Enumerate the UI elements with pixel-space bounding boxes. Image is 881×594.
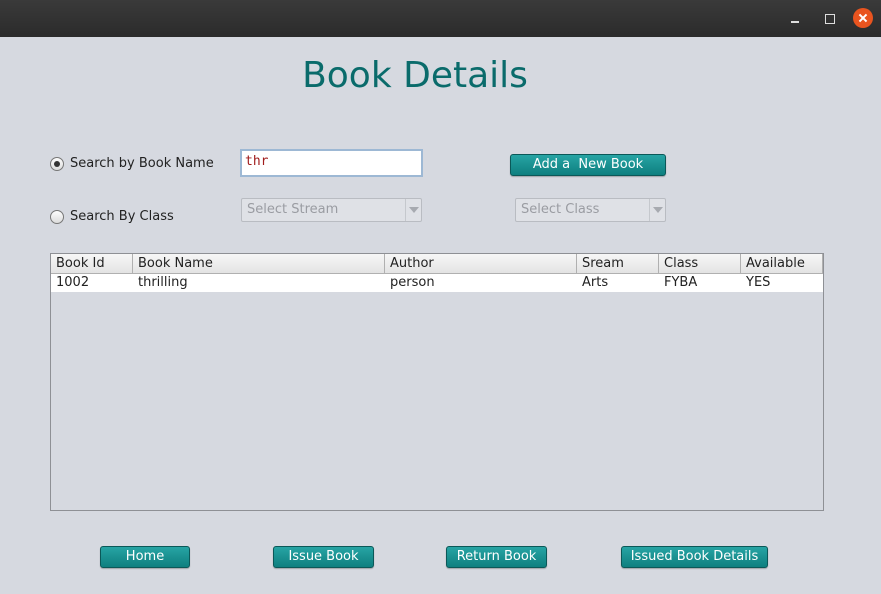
stream-select-value: Select Stream xyxy=(247,202,339,217)
home-button[interactable]: Home xyxy=(100,546,190,568)
cell-available: YES xyxy=(746,275,771,290)
add-new-book-button[interactable]: Add a New Book xyxy=(510,154,666,176)
class-select-value: Select Class xyxy=(521,202,600,217)
cell-book-name: thrilling xyxy=(138,275,188,290)
search-by-class-option[interactable]: Search By Class xyxy=(50,209,174,224)
close-icon[interactable] xyxy=(853,8,873,28)
chevron-down-icon xyxy=(649,199,665,221)
cell-class: FYBA xyxy=(664,275,698,290)
add-new-book-label: Add a New Book xyxy=(532,157,644,172)
return-book-button[interactable]: Return Book xyxy=(446,546,547,568)
column-header-book-id[interactable]: Book Id xyxy=(51,254,133,273)
page-title: Book Details xyxy=(302,55,528,96)
column-header-author[interactable]: Author xyxy=(385,254,577,273)
window-titlebar xyxy=(0,0,881,37)
class-select[interactable]: Select Class xyxy=(515,198,666,222)
cell-book-id: 1002 xyxy=(56,275,90,290)
issued-book-details-button[interactable]: Issued Book Details xyxy=(621,546,768,568)
stream-select[interactable]: Select Stream xyxy=(241,198,422,222)
search-by-name-label: Search by Book Name xyxy=(70,156,214,171)
radio-button[interactable] xyxy=(50,209,64,224)
table-header: Book Id Book Name Author Sream Class Ava… xyxy=(51,254,823,274)
column-header-available[interactable]: Available xyxy=(741,254,823,273)
table-row[interactable]: 1002 thrilling person Arts FYBA YES xyxy=(51,274,823,292)
search-by-class-label: Search By Class xyxy=(70,209,174,224)
column-header-stream[interactable]: Sream xyxy=(577,254,659,273)
cell-stream: Arts xyxy=(582,275,609,290)
column-header-book-name[interactable]: Book Name xyxy=(133,254,385,273)
maximize-icon[interactable] xyxy=(820,9,838,27)
search-by-name-option[interactable]: Search by Book Name xyxy=(50,156,214,171)
cell-author: person xyxy=(390,275,435,290)
chevron-down-icon xyxy=(405,199,421,221)
column-header-class[interactable]: Class xyxy=(659,254,741,273)
issue-book-button[interactable]: Issue Book xyxy=(273,546,374,568)
books-table: Book Id Book Name Author Sream Class Ava… xyxy=(50,253,824,511)
radio-button-checked[interactable] xyxy=(50,156,64,171)
book-name-search-input[interactable]: thr xyxy=(240,149,423,177)
minimize-icon[interactable] xyxy=(786,9,804,27)
